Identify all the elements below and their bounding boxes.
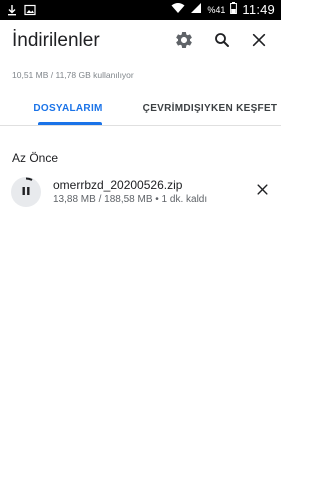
- tab-explore-offline[interactable]: ÇEVRİMDIŞIYKEN KEŞFET: [140, 90, 280, 126]
- download-progress-ring: [25, 177, 33, 181]
- close-icon: [256, 183, 269, 201]
- cancel-download-button[interactable]: [252, 182, 272, 202]
- download-file-name: omerrbzd_20200526.zip: [53, 178, 183, 192]
- search-icon: [213, 31, 231, 54]
- page-title: İndirilenler: [12, 30, 100, 51]
- download-list-item[interactable]: omerrbzd_20200526.zip 13,88 MB / 188,58 …: [0, 172, 281, 212]
- tab-bar: DOSYALARIM ÇEVRİMDIŞIYKEN KEŞFET: [0, 90, 281, 126]
- battery-icon: [230, 2, 238, 17]
- app-bar: İndirilenler: [0, 20, 281, 64]
- section-header: Az Önce: [12, 151, 59, 165]
- pause-button[interactable]: [11, 177, 41, 207]
- download-progress-text: 13,88 MB / 188,58 MB • 1 dk. kaldı: [53, 194, 208, 205]
- close-icon: [251, 32, 267, 53]
- signal-icon: [190, 2, 202, 17]
- search-button[interactable]: [210, 30, 234, 54]
- wifi-icon: [171, 2, 185, 17]
- settings-button[interactable]: [172, 30, 196, 54]
- status-left-icons: [6, 3, 36, 21]
- download-icon: [6, 3, 18, 21]
- battery-percent: %41: [207, 4, 226, 15]
- status-time: 11:49: [242, 2, 275, 17]
- progress-arc: [25, 177, 33, 181]
- tab-my-files[interactable]: DOSYALARIM: [33, 90, 102, 126]
- status-bar: %41 11:49: [0, 0, 281, 20]
- close-button[interactable]: [247, 30, 271, 54]
- gear-icon: [174, 30, 194, 55]
- tab-selected-indicator: [38, 122, 102, 125]
- image-icon: [24, 3, 36, 21]
- status-right-icons: %41 11:49: [171, 2, 275, 17]
- storage-usage: 10,51 MB / 11,78 GB kullanılıyor: [12, 70, 134, 80]
